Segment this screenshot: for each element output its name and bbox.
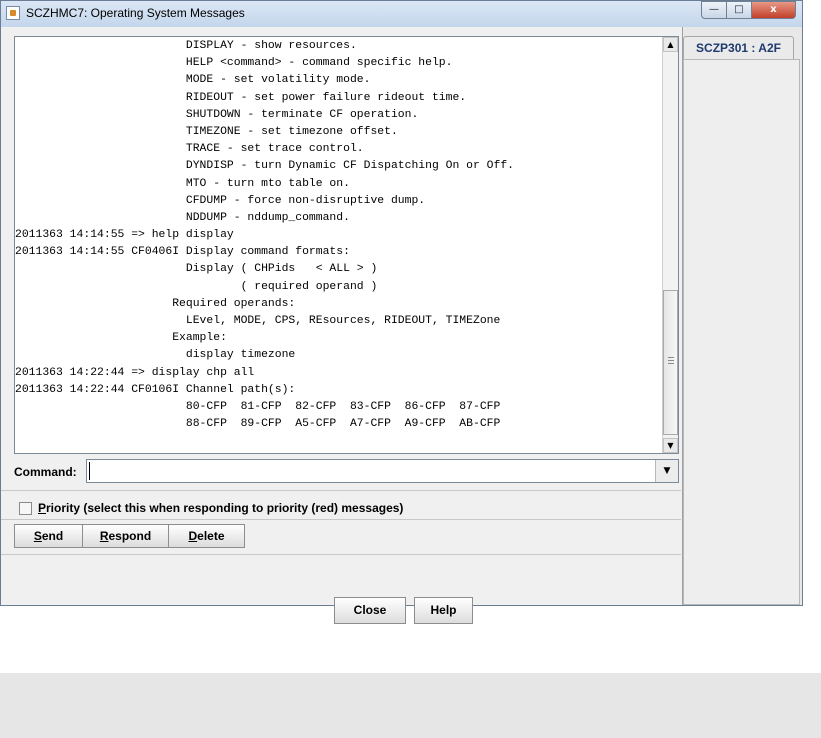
help-button[interactable]: Help	[414, 597, 473, 624]
respond-mnemonic: R	[99, 529, 109, 543]
close-window-button[interactable]: x	[752, 1, 796, 19]
window-controls: — □ x	[701, 1, 796, 19]
grip-line	[668, 357, 674, 358]
footer-bar	[0, 673, 821, 738]
window-title: SCZHMC7: Operating System Messages	[26, 6, 245, 20]
grip-line	[668, 363, 674, 364]
divider	[1, 519, 681, 520]
message-line: 88-CFP 89-CFP A5-CFP A7-CFP A9-CFP AB-CF…	[15, 418, 501, 431]
scroll-up-icon[interactable]: ▲	[663, 37, 678, 52]
delete-button[interactable]: Delete	[169, 524, 245, 548]
chevron-down-icon[interactable]: ▼	[655, 460, 678, 482]
message-line: Example:	[15, 332, 227, 345]
maximize-button[interactable]: □	[727, 1, 752, 19]
message-line: MODE - set volatility mode.	[15, 74, 371, 87]
send-label: end	[41, 529, 64, 543]
vertical-scrollbar[interactable]: ▲ ▼	[662, 37, 678, 453]
priority-label[interactable]: Priority (select this when responding to…	[38, 501, 403, 515]
message-line: 80-CFP 81-CFP 82-CFP 83-CFP 86-CFP 87-CF…	[15, 400, 501, 413]
message-line: HELP <command> - command specific help.	[15, 57, 453, 70]
os-messages-window: SCZHMC7: Operating System Messages — □ x…	[0, 0, 803, 624]
delete-mnemonic: D	[188, 529, 198, 543]
tab-sczp301-a2f[interactable]: SCZP301 : A2F	[683, 36, 794, 60]
tab-body	[683, 59, 800, 605]
app-icon	[6, 6, 20, 20]
system-tabs-panel: SCZP301 : A2F	[683, 27, 802, 605]
message-line: RIDEOUT - set power failure rideout time…	[15, 91, 467, 104]
title-bar[interactable]: SCZHMC7: Operating System Messages — □ x	[1, 1, 802, 28]
message-line: 2011363 14:22:44 => display chp all	[15, 366, 255, 379]
message-line: MTO - turn mto table on.	[15, 177, 350, 190]
command-label: Command:	[14, 465, 77, 479]
priority-option[interactable]: Priority (select this when responding to…	[19, 501, 403, 515]
message-line: NDDUMP - nddump_command.	[15, 211, 350, 224]
message-line: 2011363 14:22:44 CF0106I Channel path(s)…	[15, 383, 296, 396]
priority-checkbox[interactable]	[19, 501, 32, 515]
command-input[interactable]	[89, 462, 655, 480]
respond-button[interactable]: Respond	[83, 524, 169, 548]
message-line: CFDUMP - force non-disruptive dump.	[15, 194, 426, 207]
message-line: SHUTDOWN - terminate CF operation.	[15, 108, 419, 121]
message-line: TRACE - set trace control.	[15, 143, 364, 156]
respond-label: espond	[108, 529, 152, 543]
message-text[interactable]: DISPLAY - show resources. HELP <command>…	[15, 38, 665, 453]
message-line: DYNDISP - turn Dynamic CF Dispatching On…	[15, 160, 514, 173]
send-mnemonic: S	[33, 529, 42, 543]
message-line: ( required operand )	[15, 280, 378, 293]
action-buttons: Send Respond Delete	[14, 524, 245, 548]
message-line: 2011363 14:14:55 CF0406I Display command…	[15, 246, 350, 259]
divider	[1, 554, 681, 555]
close-button[interactable]: Close	[334, 597, 406, 624]
message-line: display timezone	[15, 349, 296, 362]
scroll-down-icon[interactable]: ▼	[663, 438, 678, 453]
minimize-button[interactable]: —	[701, 1, 727, 19]
message-log[interactable]: DISPLAY - show resources. HELP <command>…	[14, 36, 679, 454]
command-combobox[interactable]: ▼	[86, 459, 679, 483]
divider	[1, 490, 681, 491]
message-line: DISPLAY - show resources.	[15, 40, 357, 52]
message-line: 2011363 14:14:55 => help display	[15, 229, 234, 242]
send-button[interactable]: Send	[14, 524, 83, 548]
priority-mnemonic: P	[38, 501, 47, 515]
message-line: LEvel, MODE, CPS, REsources, RIDEOUT, TI…	[15, 315, 501, 327]
scrollbar-thumb[interactable]	[663, 290, 678, 435]
delete-label: elete	[197, 529, 225, 543]
messages-panel: DISPLAY - show resources. HELP <command>…	[1, 27, 683, 624]
grip-line	[668, 360, 674, 361]
priority-label-text: riority (select this when responding to …	[46, 501, 404, 515]
message-line: Required operands:	[15, 297, 296, 310]
message-line: Display ( CHPids < ALL > )	[15, 263, 378, 276]
message-line: TIMEZONE - set timezone offset.	[15, 125, 398, 138]
